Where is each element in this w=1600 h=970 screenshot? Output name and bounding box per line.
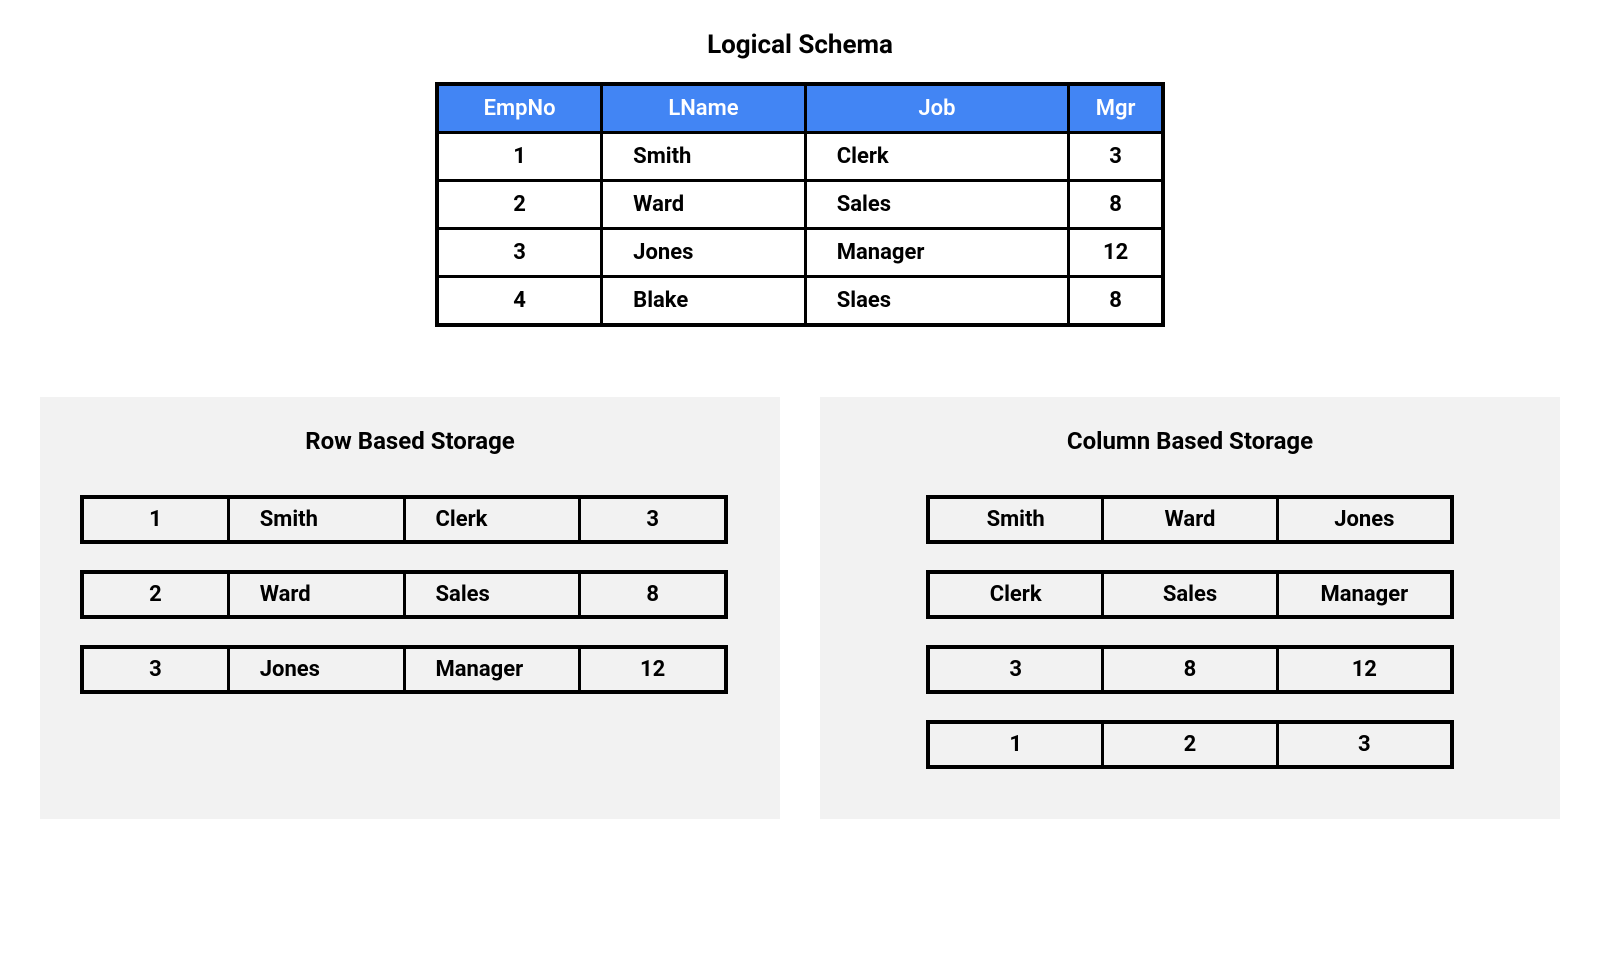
row-storage-title: Row Based Storage	[80, 427, 740, 455]
cell: Sales	[406, 574, 582, 615]
table-row: 3 Jones Manager 12	[437, 229, 1163, 277]
cell: Jones	[230, 649, 406, 690]
cell-job: Slaes	[805, 277, 1068, 326]
cell: 12	[1279, 649, 1450, 690]
col-header-empno: EmpNo	[437, 84, 602, 133]
cell: 8	[581, 574, 724, 615]
cell: Smith	[930, 499, 1104, 540]
cell: 2	[1104, 724, 1278, 765]
col-strip: Smith Ward Jones	[926, 495, 1454, 544]
cell: Clerk	[930, 574, 1104, 615]
table-row: 4 Blake Slaes 8	[437, 277, 1163, 326]
storage-panels: Row Based Storage 1 Smith Clerk 3 2 Ward…	[20, 397, 1580, 819]
cell: Manager	[406, 649, 582, 690]
cell: Ward	[230, 574, 406, 615]
col-header-lname: LName	[602, 84, 806, 133]
row-strip: 2 Ward Sales 8	[80, 570, 728, 619]
cell: 3	[930, 649, 1104, 690]
cell: 8	[1104, 649, 1278, 690]
cell: Jones	[1279, 499, 1450, 540]
cell: Sales	[1104, 574, 1278, 615]
col-header-mgr: Mgr	[1069, 84, 1163, 133]
cell-mgr: 3	[1069, 133, 1163, 181]
row-strip: 3 Jones Manager 12	[80, 645, 728, 694]
col-strip: 1 2 3	[926, 720, 1454, 769]
cell: 2	[84, 574, 230, 615]
table-header-row: EmpNo LName Job Mgr	[437, 84, 1163, 133]
cell-lname: Ward	[602, 181, 806, 229]
cell-lname: Jones	[602, 229, 806, 277]
column-storage-title: Column Based Storage	[860, 427, 1520, 455]
cell: 1	[930, 724, 1104, 765]
cell-empno: 4	[437, 277, 602, 326]
logical-schema-table: EmpNo LName Job Mgr 1 Smith Clerk 3 2 Wa…	[435, 82, 1165, 327]
row-strip: 1 Smith Clerk 3	[80, 495, 728, 544]
col-header-job: Job	[805, 84, 1068, 133]
cell-mgr: 8	[1069, 277, 1163, 326]
col-strip: 3 8 12	[926, 645, 1454, 694]
cell-empno: 1	[437, 133, 602, 181]
cell: Manager	[1279, 574, 1450, 615]
logical-schema-title: Logical Schema	[20, 30, 1580, 60]
cell: 3	[84, 649, 230, 690]
cell: Ward	[1104, 499, 1278, 540]
cell: 12	[581, 649, 724, 690]
cell-job: Sales	[805, 181, 1068, 229]
cell-empno: 2	[437, 181, 602, 229]
cell: 3	[581, 499, 724, 540]
diagram-root: Logical Schema EmpNo LName Job Mgr 1 Smi…	[0, 0, 1600, 970]
cell-empno: 3	[437, 229, 602, 277]
table-row: 2 Ward Sales 8	[437, 181, 1163, 229]
cell: Clerk	[406, 499, 582, 540]
cell: Smith	[230, 499, 406, 540]
cell-job: Clerk	[805, 133, 1068, 181]
cell-job: Manager	[805, 229, 1068, 277]
cell: 3	[1279, 724, 1450, 765]
column-storage-panel: Column Based Storage Smith Ward Jones Cl…	[820, 397, 1560, 819]
cell-lname: Blake	[602, 277, 806, 326]
table-row: 1 Smith Clerk 3	[437, 133, 1163, 181]
row-storage-panel: Row Based Storage 1 Smith Clerk 3 2 Ward…	[40, 397, 780, 819]
cell-mgr: 12	[1069, 229, 1163, 277]
cell-lname: Smith	[602, 133, 806, 181]
cell-mgr: 8	[1069, 181, 1163, 229]
cell: 1	[84, 499, 230, 540]
col-strip: Clerk Sales Manager	[926, 570, 1454, 619]
